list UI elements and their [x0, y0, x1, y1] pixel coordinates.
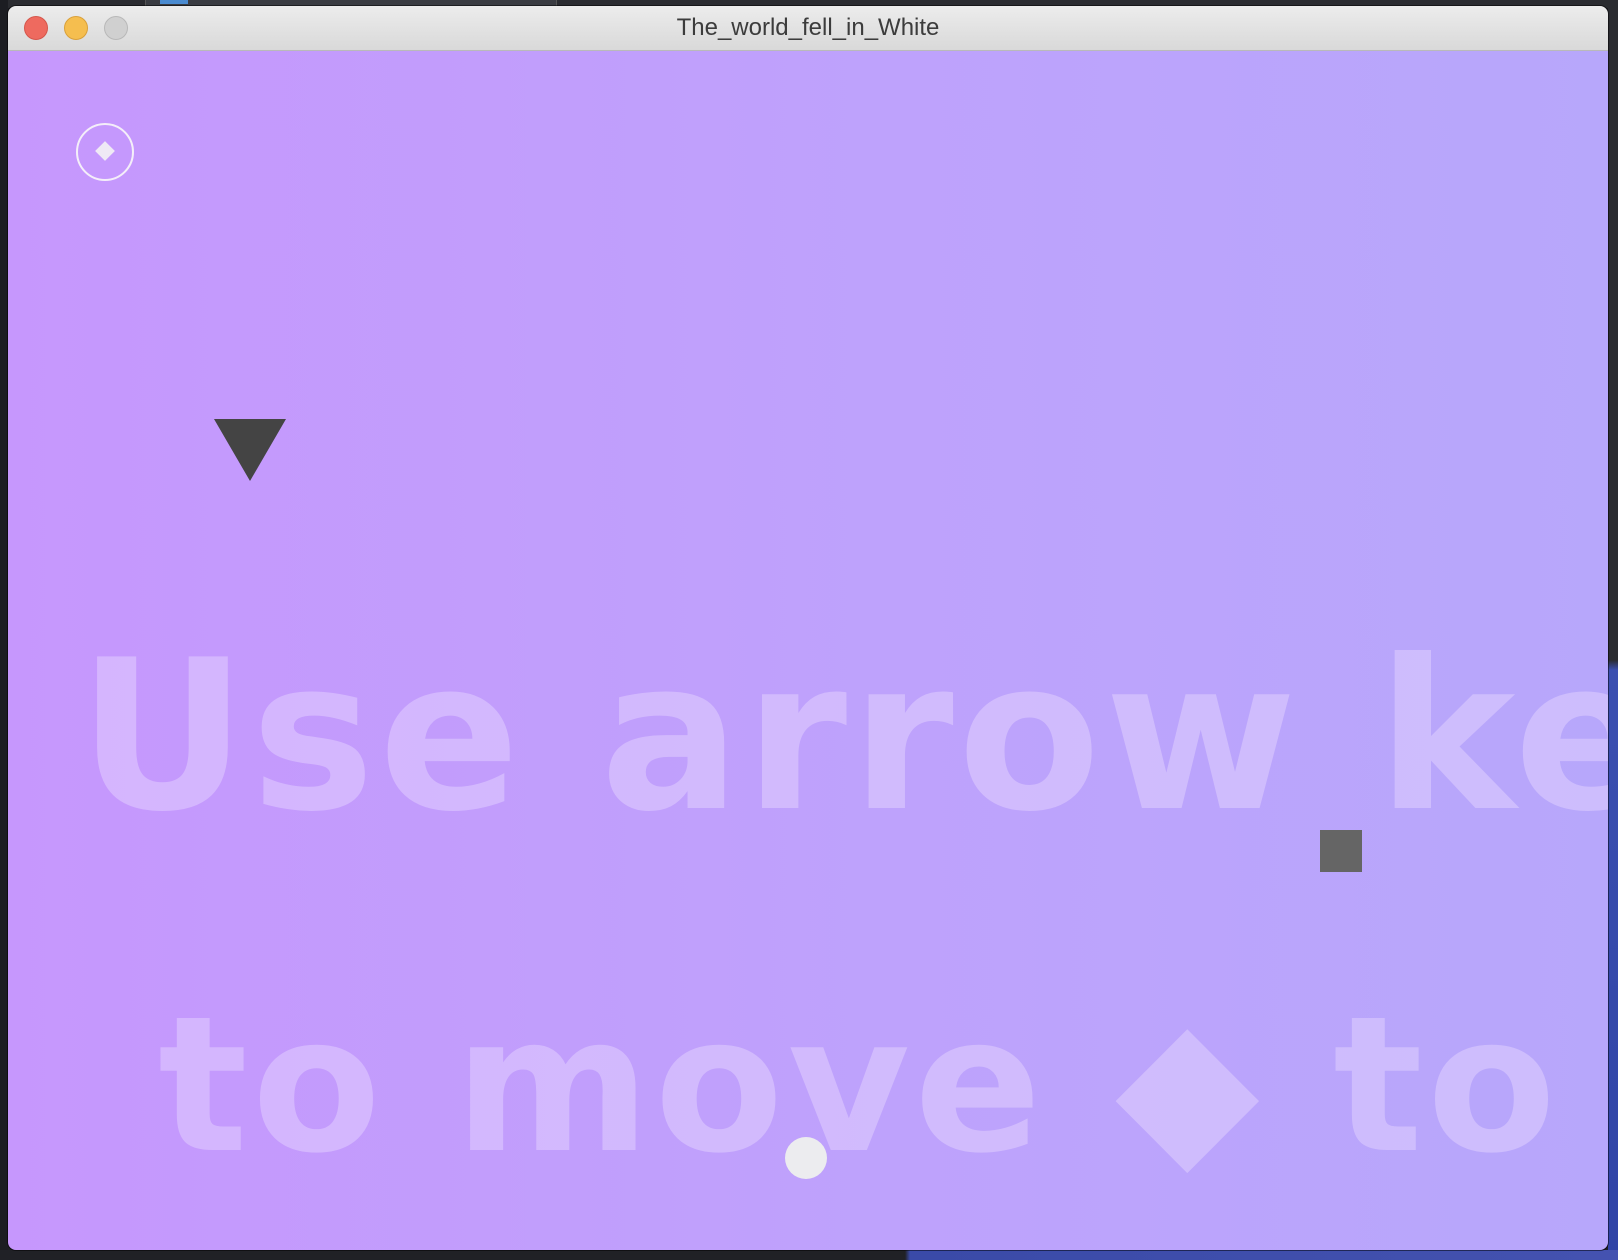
- game-canvas[interactable]: Use arrow keys to move ◆ to ●: [8, 51, 1608, 1250]
- window-title: The_world_fell_in_White: [676, 14, 940, 41]
- desktop-background-right: [1608, 0, 1618, 1260]
- game-window: The_world_fell_in_White Use arrow keys t…: [8, 6, 1608, 1250]
- desktop-background-bottom: [0, 1250, 1618, 1260]
- instruction-text-line-1: Use arrow keys: [78, 616, 1608, 858]
- window-titlebar[interactable]: The_world_fell_in_White: [8, 6, 1608, 51]
- desktop-background-left: [0, 0, 8, 1260]
- enemy-square-icon: [1320, 830, 1362, 872]
- background-window-tab-icon: [160, 0, 188, 4]
- player-circle-icon: [785, 1137, 827, 1179]
- instruction-text-line-2: to move ◆ to ●: [158, 976, 1608, 1195]
- enemy-triangle-icon: [214, 419, 286, 481]
